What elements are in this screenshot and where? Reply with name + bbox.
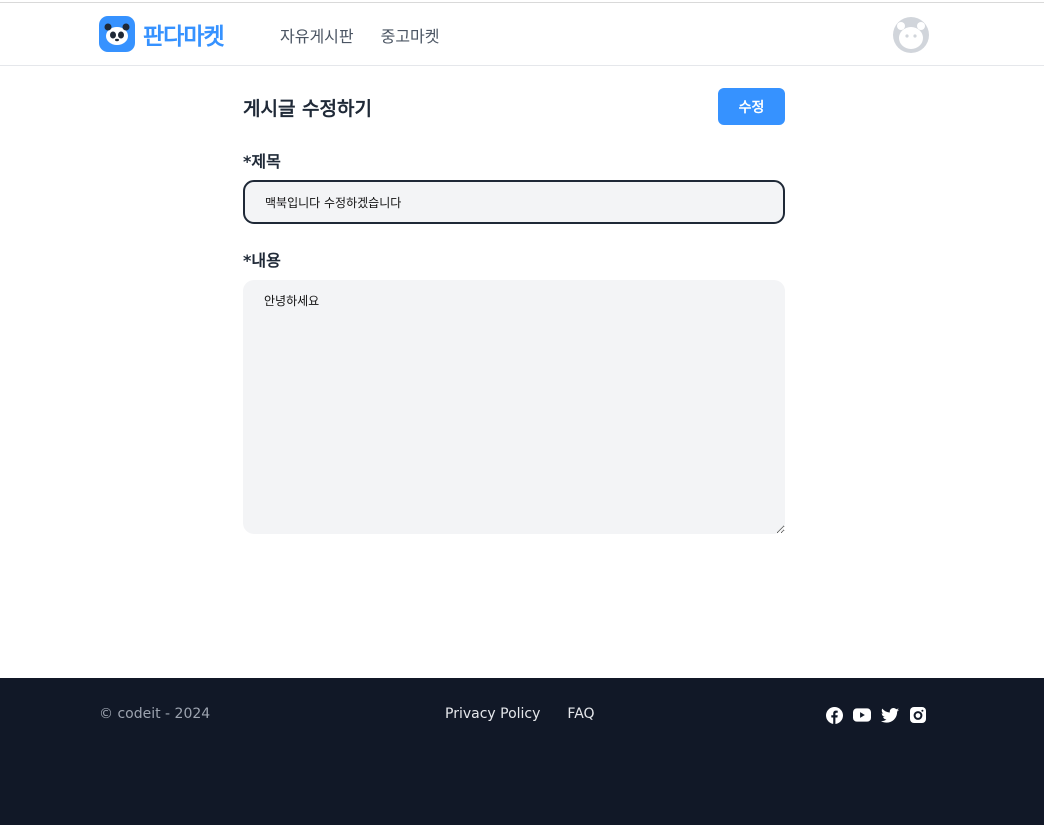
- main-nav: 자유게시판 중고마켓: [280, 23, 467, 47]
- social-links: [825, 706, 937, 724]
- site-footer: © codeit - 2024 Privacy Policy FAQ: [0, 678, 1044, 825]
- footer-links: Privacy Policy FAQ: [445, 706, 622, 722]
- user-avatar-icon[interactable]: [893, 17, 929, 53]
- logo[interactable]: 판다마켓: [99, 16, 225, 52]
- youtube-icon[interactable]: [853, 706, 871, 724]
- submit-edit-button[interactable]: 수정: [718, 88, 785, 125]
- panda-logo-icon: [99, 16, 135, 52]
- logo-text: 판다마켓: [143, 24, 225, 50]
- title-label: *제목: [243, 152, 281, 171]
- facebook-icon[interactable]: [825, 706, 843, 724]
- nav-item-free-board[interactable]: 자유게시판: [280, 23, 354, 47]
- nav-item-used-market[interactable]: 중고마켓: [381, 23, 440, 47]
- content-textarea[interactable]: 안녕하세요: [243, 280, 785, 534]
- faq-link[interactable]: FAQ: [567, 706, 594, 722]
- page-title: 게시글 수정하기: [243, 98, 372, 120]
- privacy-policy-link[interactable]: Privacy Policy: [445, 706, 540, 722]
- site-header: 판다마켓 자유게시판 중고마켓: [0, 2, 1044, 66]
- content-label: *내용: [243, 251, 281, 270]
- title-input[interactable]: [243, 180, 785, 224]
- twitter-icon[interactable]: [881, 706, 899, 724]
- copyright-text: © codeit - 2024: [99, 706, 211, 722]
- instagram-icon[interactable]: [909, 706, 927, 724]
